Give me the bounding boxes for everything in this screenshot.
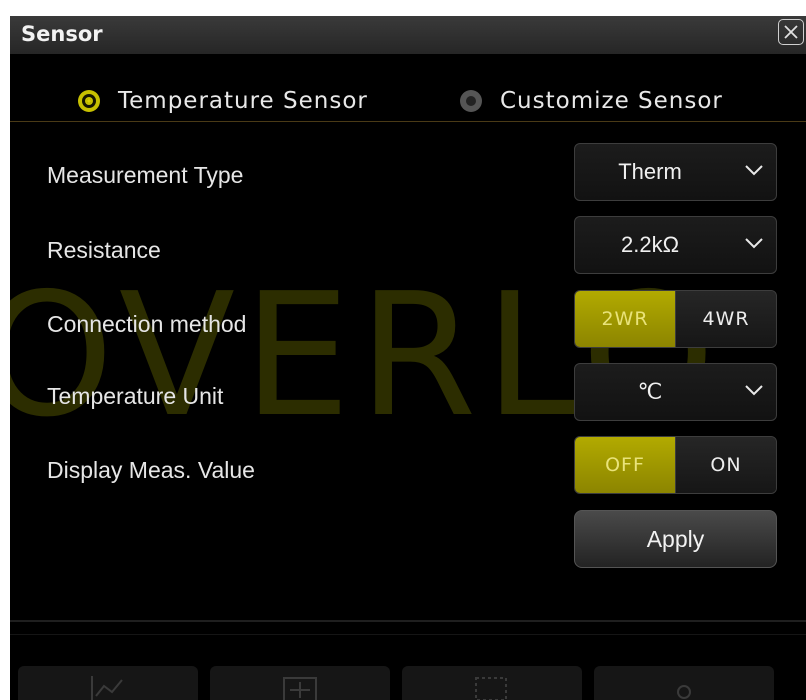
connection-4wr-option[interactable]: 4WR bbox=[675, 291, 776, 347]
close-button[interactable] bbox=[778, 19, 804, 45]
title-bar: Sensor bbox=[10, 16, 806, 54]
toolbar-button-math[interactable] bbox=[210, 666, 390, 700]
radio-selected-icon bbox=[78, 90, 100, 112]
close-icon bbox=[784, 25, 798, 39]
display-meas-value-toggle: OFF ON bbox=[574, 436, 777, 494]
chart-icon bbox=[91, 676, 123, 700]
tool-icon bbox=[677, 685, 691, 699]
temperature-unit-dropdown[interactable]: ℃ bbox=[574, 363, 777, 421]
resistance-dropdown[interactable]: 2.2kΩ bbox=[574, 216, 777, 274]
radio-customize-sensor[interactable]: Customize Sensor bbox=[460, 88, 723, 114]
chevron-down-icon bbox=[745, 165, 763, 176]
divider bbox=[10, 620, 806, 622]
measurement-type-value: Therm bbox=[618, 159, 682, 184]
bottom-toolbar bbox=[10, 666, 806, 700]
chevron-down-icon bbox=[745, 238, 763, 249]
radio-temperature-sensor[interactable]: Temperature Sensor bbox=[78, 88, 368, 114]
measurement-type-label: Measurement Type bbox=[47, 162, 244, 188]
plus-minus-icon bbox=[283, 677, 317, 700]
divider bbox=[10, 634, 806, 635]
toolbar-button-tool[interactable] bbox=[594, 666, 774, 700]
toolbar-button-select[interactable] bbox=[402, 666, 582, 700]
temperature-unit-label: Temperature Unit bbox=[47, 383, 224, 409]
display-meas-value-label: Display Meas. Value bbox=[47, 457, 255, 483]
sensor-type-selector: Temperature Sensor Customize Sensor bbox=[10, 88, 806, 118]
sensor-dialog: OVERLO Sensor Temperature Sensor Customi… bbox=[10, 16, 806, 700]
temperature-unit-value: ℃ bbox=[637, 379, 663, 404]
toolbar-button-chart[interactable] bbox=[18, 666, 198, 700]
radio-unselected-icon bbox=[460, 90, 482, 112]
resistance-label: Resistance bbox=[47, 237, 161, 263]
resistance-value: 2.2kΩ bbox=[620, 232, 680, 257]
connection-method-label: Connection method bbox=[47, 311, 247, 337]
radio-label: Temperature Sensor bbox=[118, 88, 368, 114]
radio-label: Customize Sensor bbox=[500, 88, 723, 114]
dialog-title: Sensor bbox=[21, 22, 103, 46]
dashed-box-icon bbox=[475, 677, 507, 700]
measurement-type-dropdown[interactable]: Therm bbox=[574, 143, 777, 201]
chevron-down-icon bbox=[745, 385, 763, 396]
divider bbox=[10, 121, 806, 122]
connection-method-toggle: 2WR 4WR bbox=[574, 290, 777, 348]
connection-2wr-option[interactable]: 2WR bbox=[575, 291, 675, 347]
apply-button[interactable]: Apply bbox=[574, 510, 777, 568]
display-off-option[interactable]: OFF bbox=[575, 437, 675, 493]
display-on-option[interactable]: ON bbox=[675, 437, 776, 493]
